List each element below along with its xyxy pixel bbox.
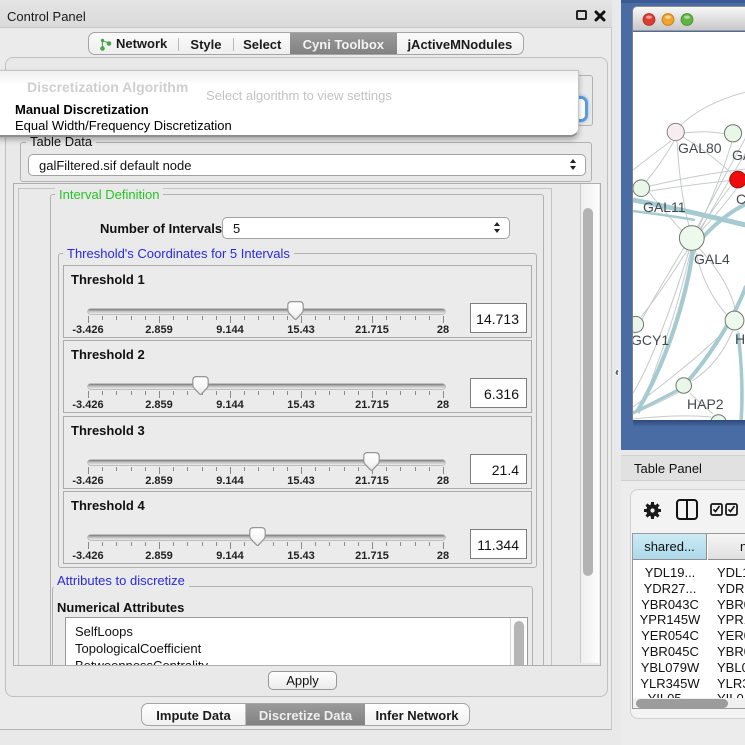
svg-text:HAP2: HAP2: [687, 396, 724, 412]
svg-text:GA: GA: [732, 147, 745, 163]
svg-text:H: H: [735, 331, 745, 347]
svg-text:GAL11: GAL11: [643, 199, 686, 215]
svg-text:GAL4: GAL4: [694, 251, 730, 267]
svg-text:C: C: [736, 191, 745, 207]
svg-text:GAL80: GAL80: [678, 140, 722, 156]
svg-text:GCY1: GCY1: [633, 332, 669, 348]
